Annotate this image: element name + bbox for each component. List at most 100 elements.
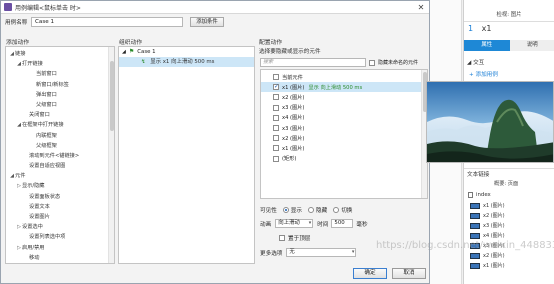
element-checkbox[interactable] xyxy=(273,145,279,152)
add-action-tree: ◢链接 ◢打开链接当前窗口新窗口/新标签 弹出窗口 父级窗口关闭窗口 ◢在框架中打开链接… xyxy=(5,46,115,264)
action-tree-item[interactable]: 移动 xyxy=(6,253,114,263)
animation-label: 动画 xyxy=(260,221,272,228)
ok-button[interactable]: 确定 xyxy=(353,268,387,279)
action-tree-item[interactable]: ▷设置选中 xyxy=(6,222,114,232)
layer-item[interactable]: x1 (图片) xyxy=(470,261,505,270)
chevron-down-icon: ▾ xyxy=(351,249,355,255)
action-tree-item[interactable]: 父级窗口 xyxy=(6,100,114,110)
action-tree-label: 链接 xyxy=(15,51,26,57)
element-checkbox[interactable] xyxy=(273,135,279,142)
layer-item[interactable]: x3 (图片) xyxy=(470,221,505,230)
action-tree-label: 关闭窗口 xyxy=(29,112,50,119)
element-row[interactable]: x1 (图片) xyxy=(261,143,427,153)
action-tree-item[interactable]: 滚动到元件<锚链接> xyxy=(6,151,114,161)
element-row[interactable]: x3 (图片) xyxy=(261,123,427,133)
element-row[interactable]: x3 (图片) xyxy=(261,103,427,113)
case-name-row: 用例名称 Case 1 添加条件 xyxy=(5,17,224,27)
action-tree-item[interactable]: ▷启用/禁用 xyxy=(6,243,114,253)
add-condition-button[interactable]: 添加条件 xyxy=(190,17,224,27)
action-tree-item[interactable]: 设置面板状态 xyxy=(6,192,114,202)
case-name-input[interactable]: Case 1 xyxy=(31,17,183,27)
case-node[interactable]: ◢ ⚑ Case 1 xyxy=(119,47,254,57)
action-tree-item[interactable]: 父级框架 xyxy=(6,141,114,151)
layer-item[interactable]: x4 (图片) xyxy=(470,231,505,240)
element-row[interactable]: x2 (图片) xyxy=(261,92,427,102)
layer-label: x3 (图片) xyxy=(483,223,505,229)
cancel-button[interactable]: 取消 xyxy=(392,268,426,279)
widget-name[interactable]: x1 xyxy=(482,24,492,33)
element-checkbox[interactable] xyxy=(273,155,279,162)
action-tree-item[interactable]: 设置图片 xyxy=(6,212,114,222)
action-tree-item[interactable]: 关闭窗口 xyxy=(6,110,114,120)
action-tree-label: 设置图片 xyxy=(29,214,50,220)
hide-unnamed-checkbox[interactable] xyxy=(369,59,375,66)
inspect-tab[interactable]: 检视: 图片 xyxy=(496,10,521,18)
tab-outline[interactable]: 概要: 页面 xyxy=(494,180,518,187)
bring-to-front-option[interactable]: 置于顶层 xyxy=(279,234,310,242)
element-row[interactable]: x1 (图片)显示 向上滑动 500 ms xyxy=(261,82,427,93)
layer-item[interactable]: x1 (图片) xyxy=(470,201,505,210)
action-tree-item[interactable]: 新窗口/新标签 xyxy=(6,80,114,90)
action-tree-label: 设置列表选中项 xyxy=(29,234,66,241)
action-tree-label: 当前窗口 xyxy=(36,71,57,78)
element-row[interactable]: 当前元件 xyxy=(261,72,427,82)
watermark: https://blog.csdn.net/weixin_44883323 xyxy=(376,240,554,251)
action-tree-item[interactable]: ◢链接 xyxy=(6,49,114,59)
action-tree-label: 显示/隐藏 xyxy=(22,183,45,190)
element-checkbox[interactable] xyxy=(273,125,279,132)
layer-label: x4 (图片) xyxy=(483,233,505,239)
action-node[interactable]: ↯ 显示 x1 向上滑动 500 ms xyxy=(119,57,254,67)
action-tree-item[interactable]: 当前窗口 xyxy=(6,69,114,79)
interaction-section[interactable]: ◢ 交互 xyxy=(467,58,484,66)
radio-show[interactable] xyxy=(282,207,289,213)
search-input[interactable]: 搜索 xyxy=(260,58,366,67)
radio-hide[interactable] xyxy=(308,207,314,213)
dialog-titlebar: 用例编辑<鼠标单击 时> ✕ xyxy=(1,1,429,14)
time-input[interactable]: 500 xyxy=(331,219,354,228)
scroll-thumb[interactable] xyxy=(110,61,114,131)
animation-select[interactable]: 向上滑动 ▾ xyxy=(275,219,314,228)
layer-item[interactable]: x2 (图片) xyxy=(470,251,505,260)
outline-root[interactable]: index xyxy=(468,192,491,198)
action-tree-item[interactable]: 设置列表选中项 xyxy=(6,232,114,242)
element-checkbox[interactable] xyxy=(273,94,279,101)
action-tree-item[interactable]: ◢在框架中打开链接 xyxy=(6,120,114,130)
element-row[interactable]: x2 (图片) xyxy=(261,133,427,143)
hide-unnamed-option[interactable]: 隐藏未命名的元件 xyxy=(369,59,418,66)
action-tree-label: 在框架中打开链接 xyxy=(22,122,64,129)
radio-toggle[interactable] xyxy=(333,207,340,213)
radio-hide-label: 隐藏 xyxy=(316,208,328,214)
widget-title: 1 x1 xyxy=(468,24,491,33)
action-tree-item[interactable]: 弹出窗口 xyxy=(6,90,114,100)
tree-scrollbar[interactable] xyxy=(108,47,114,263)
landscape-illustration xyxy=(427,82,553,162)
action-tree-item[interactable]: 设置自适应视图 xyxy=(6,161,114,171)
action-tree-item[interactable]: ◢打开链接 xyxy=(6,59,114,69)
action-tree-item[interactable]: 内联框架 xyxy=(6,131,114,141)
element-checkbox[interactable] xyxy=(273,114,279,121)
action-tree-label: 滚动到元件<锚链接> xyxy=(29,152,80,159)
more-options-select[interactable]: 无 ▾ xyxy=(286,248,357,257)
action-tree-label: 设置选中 xyxy=(22,224,43,231)
add-case-link[interactable]: + 添加用例 xyxy=(469,70,498,78)
tab-properties[interactable]: 属性 xyxy=(464,40,510,51)
action-tree-item[interactable]: ◢元件 xyxy=(6,171,114,181)
close-icon[interactable]: ✕ xyxy=(416,3,426,12)
element-checkbox[interactable] xyxy=(273,104,279,111)
bring-to-front-checkbox[interactable] xyxy=(279,235,285,241)
element-checkbox[interactable] xyxy=(273,74,279,81)
element-row[interactable]: (矩形) xyxy=(261,154,427,164)
action-icon: ↯ xyxy=(141,59,146,65)
tab-notes[interactable]: 说明 xyxy=(509,40,554,51)
element-checkbox[interactable] xyxy=(273,83,279,91)
element-row[interactable]: x4 (图片) xyxy=(261,113,427,123)
action-tree-item[interactable]: ▷显示/隐藏 xyxy=(6,181,114,191)
action-tree-label: 打开链接 xyxy=(22,61,43,68)
element-label: x1 (图片) xyxy=(282,145,305,152)
layer-item[interactable]: x2 (图片) xyxy=(470,211,505,220)
action-tree-item[interactable]: 设置文本 xyxy=(6,202,114,212)
element-label: x3 (图片) xyxy=(282,105,305,112)
layer-label: x1 (图片) xyxy=(483,263,505,269)
visibility-row: 可见性 显示 隐藏 切换 xyxy=(260,206,352,214)
visibility-label: 可见性 xyxy=(260,208,277,214)
